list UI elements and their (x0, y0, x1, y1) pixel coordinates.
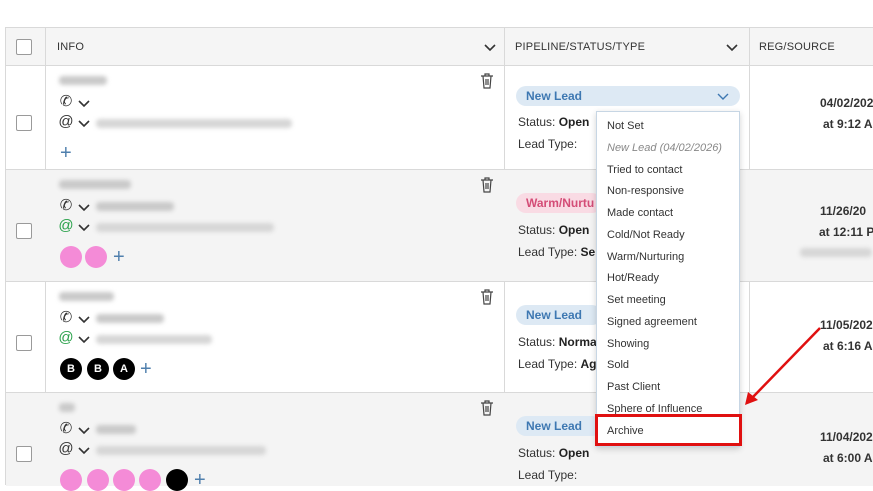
annotation-arrow-icon (745, 327, 821, 405)
